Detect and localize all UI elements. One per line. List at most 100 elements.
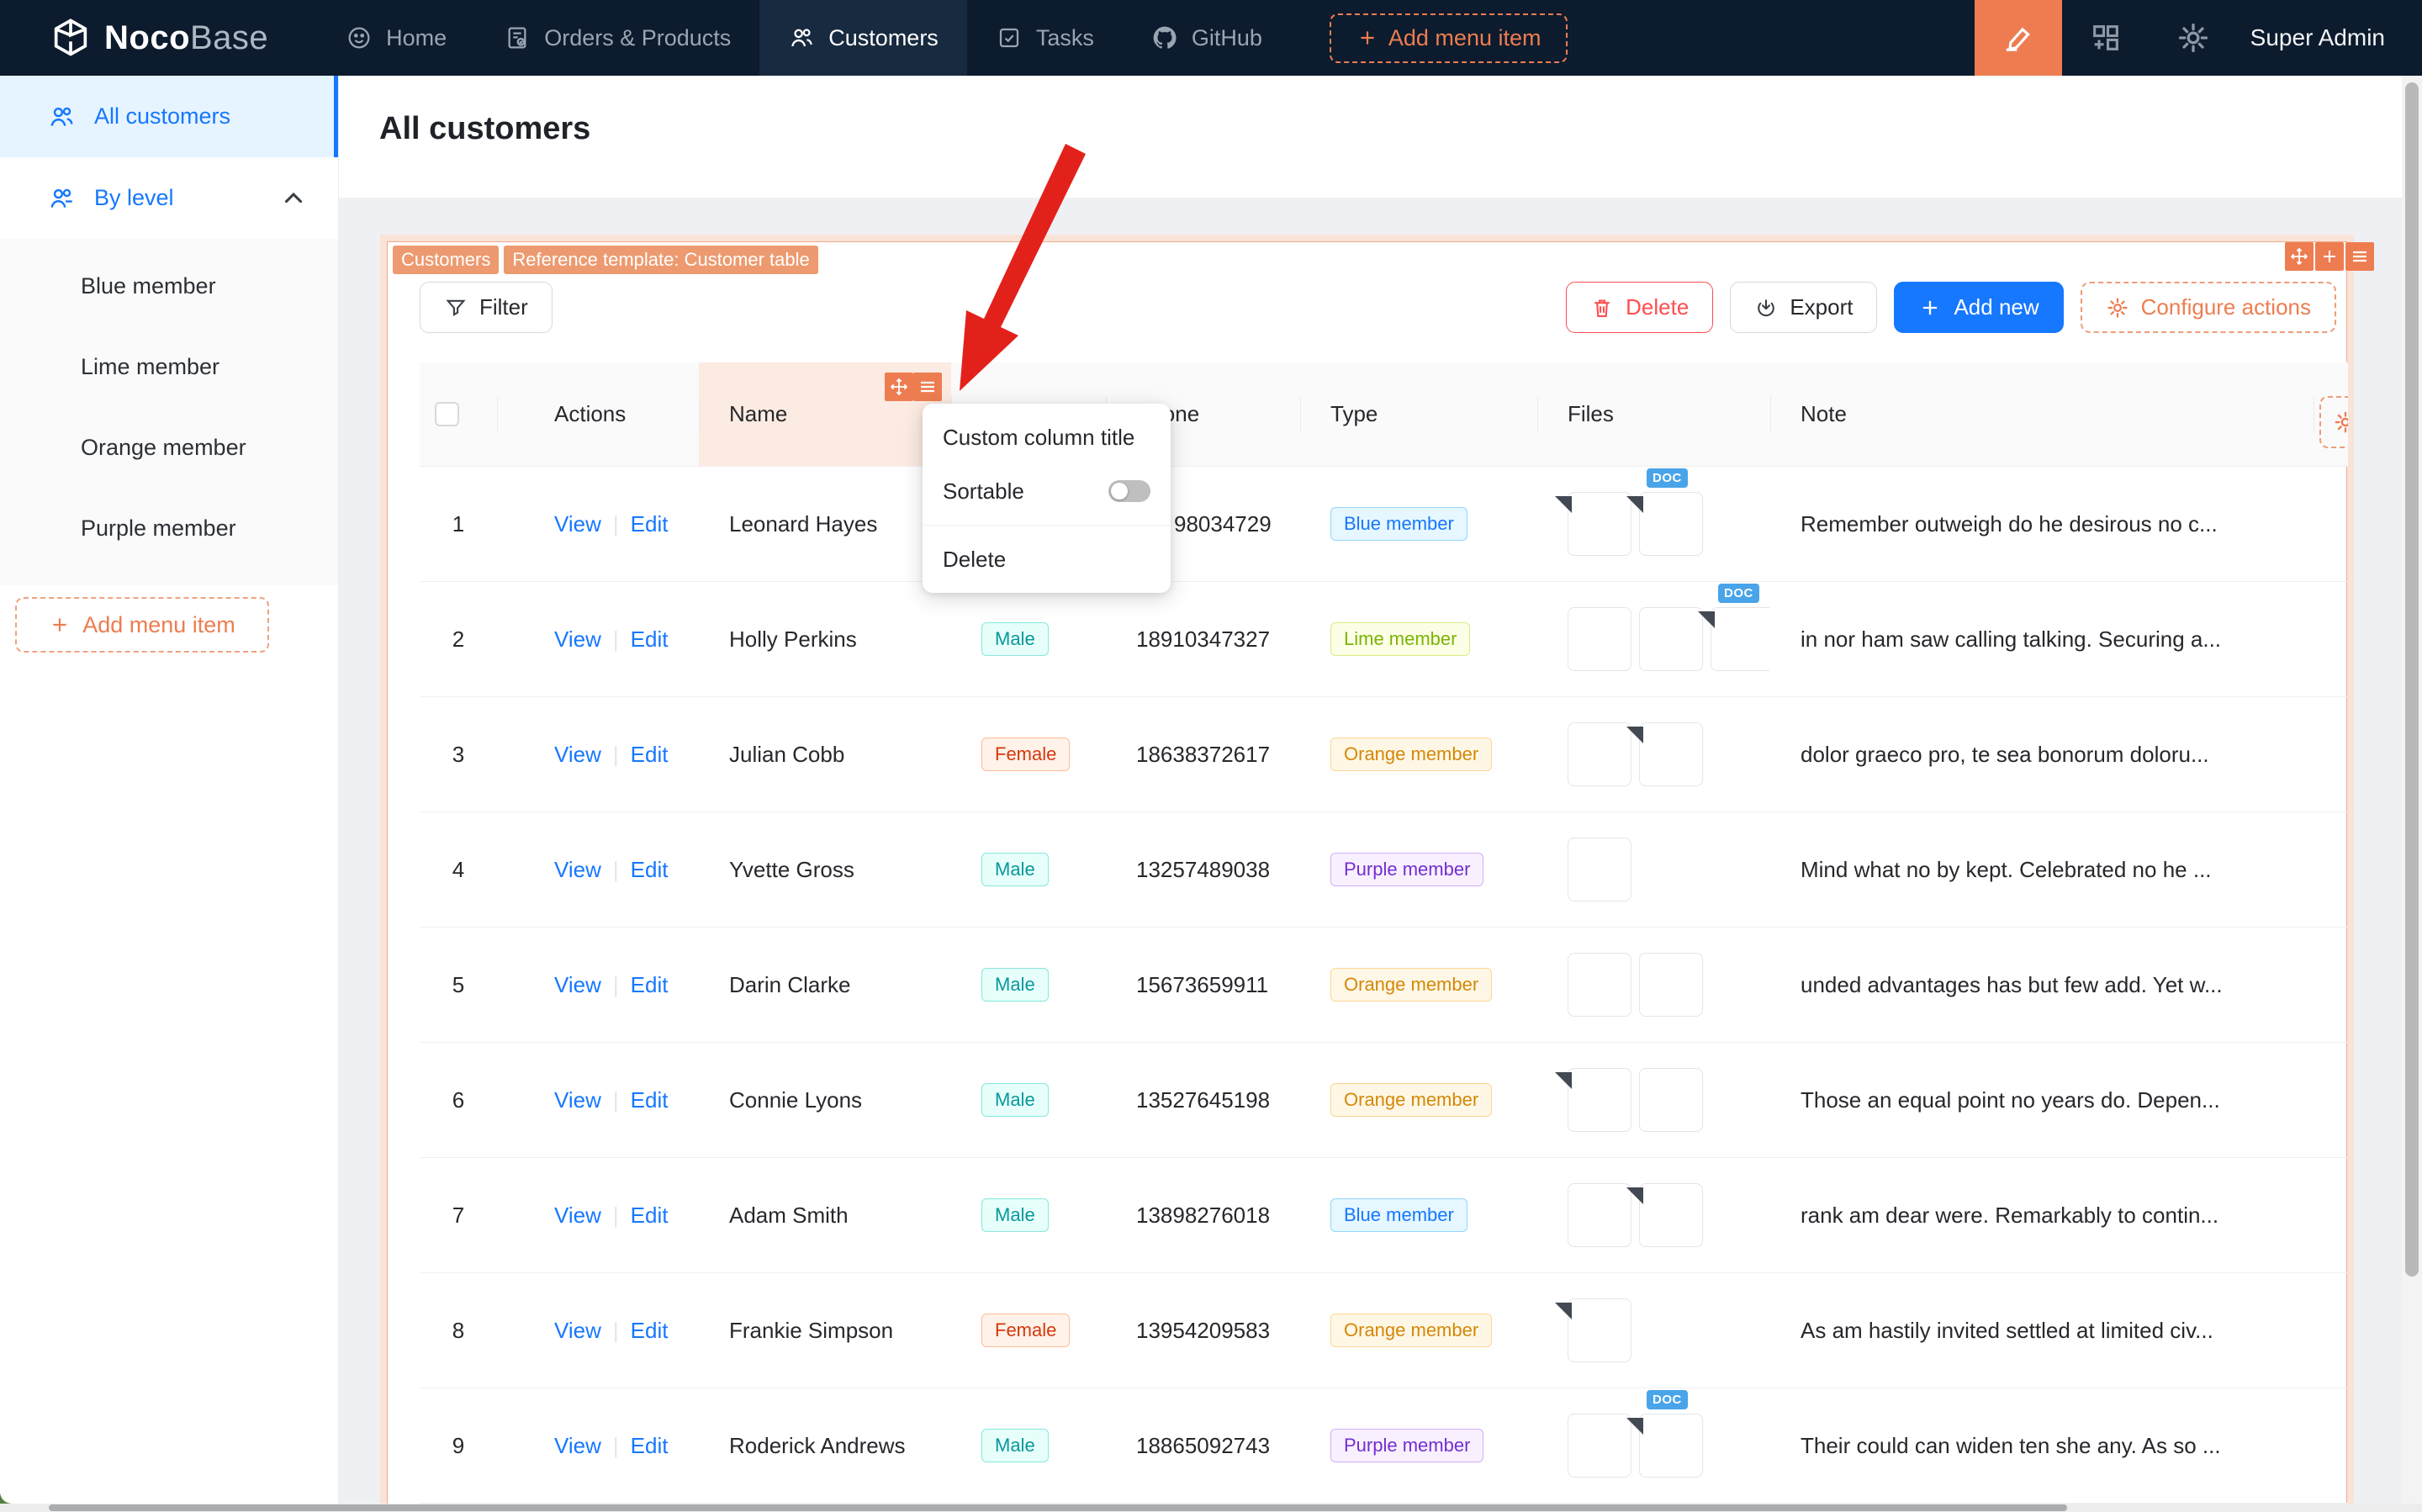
plugin-manager-button[interactable] [2062, 0, 2150, 76]
nav-menu: Home Orders & Products Customers Tasks GitHu… [317, 0, 1291, 76]
horizontal-scrollbar-thumb[interactable] [49, 1504, 2067, 1511]
pdf-file-icon[interactable] [1555, 1068, 1631, 1132]
edit-link[interactable]: Edit [631, 972, 669, 998]
vertical-scrollbar-thumb[interactable] [2405, 82, 2419, 1277]
edit-link[interactable]: Edit [631, 742, 669, 768]
cell-files [1537, 1158, 1770, 1272]
doc-file-icon[interactable]: DOC [1626, 1390, 1703, 1478]
view-link[interactable]: View [554, 626, 601, 653]
nav-item-customers[interactable]: Customers [759, 0, 967, 76]
image-file-thumbnail[interactable] [1568, 1414, 1631, 1478]
configure-columns-button-clipped[interactable] [2319, 396, 2348, 448]
edit-link[interactable]: Edit [631, 1318, 669, 1344]
nav-item-github[interactable]: GitHub [1123, 0, 1291, 76]
template-tag: Reference template: Customer table [504, 246, 818, 274]
edit-link[interactable]: Edit [631, 1203, 669, 1229]
edit-link[interactable]: Edit [631, 626, 669, 653]
menu-item-delete[interactable]: Delete [923, 532, 1171, 586]
nav-item-tasks[interactable]: Tasks [967, 0, 1123, 76]
block-menu-icon[interactable] [2345, 242, 2374, 271]
cell-type: Purple member [1300, 1388, 1537, 1503]
view-link[interactable]: View [554, 1203, 601, 1229]
view-link[interactable]: View [554, 857, 601, 883]
cell-phone: 13898276018 [1136, 1202, 1271, 1228]
edit-link[interactable]: Edit [631, 511, 669, 537]
sortable-toggle[interactable] [1108, 480, 1150, 502]
member-type-tag: Lime member [1330, 622, 1471, 656]
cell-phone: 13527645198 [1136, 1086, 1271, 1113]
nav-item-home[interactable]: Home [317, 0, 475, 76]
image-file-thumbnail[interactable] [1568, 607, 1631, 671]
column-header-note[interactable]: Note [1770, 362, 2314, 466]
column-menu-icon[interactable] [913, 373, 942, 401]
cell-note: dolor graeco pro, te sea bonorum doloru.… [1801, 741, 2209, 767]
image-file-thumbnail[interactable] [1639, 953, 1703, 1017]
sidebar-add-menu-item-button[interactable]: Add menu item [15, 597, 269, 653]
column-header-type[interactable]: Type [1300, 362, 1537, 466]
cell-name: Julian Cobb [729, 741, 845, 767]
sidebar-item-blue-member[interactable]: Blue member [0, 246, 338, 326]
member-type-tag: Orange member [1330, 1314, 1493, 1347]
cell-extra [2314, 1043, 2348, 1157]
menu-item-sortable[interactable]: Sortable [923, 464, 1171, 518]
select-all-checkbox[interactable] [435, 402, 459, 426]
delete-button[interactable]: Delete [1566, 282, 1714, 333]
column-header-files[interactable]: Files [1537, 362, 1770, 466]
export-button[interactable]: Export [1730, 282, 1878, 333]
cell-files: DOC [1537, 582, 1770, 696]
cell-note: Their could can widen ten she any. As so… [1801, 1432, 2221, 1458]
row-index: 1 [452, 510, 465, 537]
menu-item-custom-column-title[interactable]: Custom column title [923, 410, 1171, 464]
cell-name: Leonard Hayes [729, 510, 878, 537]
configure-actions-button[interactable]: Configure actions [2080, 282, 2336, 333]
pdf-file-icon[interactable] [1555, 1298, 1631, 1362]
sidebar-item-purple-member[interactable]: Purple member [0, 488, 338, 568]
ui-editor-button[interactable] [1974, 0, 2062, 76]
plus-icon [1923, 300, 1938, 315]
edit-link[interactable]: Edit [631, 857, 669, 883]
image-file-thumbnail[interactable] [1568, 953, 1631, 1017]
drag-handle-icon[interactable] [2285, 242, 2314, 271]
sidebar-item-orange-member[interactable]: Orange member [0, 407, 338, 488]
nav-add-menu-item-button[interactable]: Add menu item [1329, 13, 1568, 63]
pdf-file-icon[interactable] [1626, 722, 1703, 786]
view-link[interactable]: View [554, 1433, 601, 1459]
nav-item-label: Customers [828, 24, 939, 50]
view-link[interactable]: View [554, 511, 601, 537]
image-file-thumbnail[interactable] [1568, 838, 1631, 901]
table-row: 2 View | Edit Holly Perkins Male 18910347327 Li… [420, 582, 2348, 697]
cell-note: As am hastily invited settled at limited… [1801, 1317, 2213, 1343]
view-link[interactable]: View [554, 1318, 601, 1344]
settings-button[interactable] [2150, 0, 2237, 76]
filter-button[interactable]: Filter [420, 282, 553, 333]
pdf-file-icon[interactable] [1626, 1183, 1703, 1247]
view-link[interactable]: View [554, 972, 601, 998]
image-file-thumbnail[interactable] [1568, 1183, 1631, 1247]
cell-files [1537, 697, 1770, 812]
view-link[interactable]: View [554, 742, 601, 768]
nav-item-orders-products[interactable]: Orders & Products [475, 0, 759, 76]
edit-link[interactable]: Edit [631, 1433, 669, 1459]
doc-file-icon[interactable]: DOC [1626, 468, 1703, 556]
image-file-thumbnail[interactable] [1568, 722, 1631, 786]
view-link[interactable]: View [554, 1087, 601, 1113]
sidebar-item-by-level[interactable]: By level [0, 157, 338, 239]
download-icon [1758, 299, 1775, 316]
user-menu[interactable]: Super Admin [2250, 24, 2385, 51]
image-file-thumbnail[interactable] [1639, 1068, 1703, 1132]
add-new-button[interactable]: Add new [1894, 282, 2064, 333]
column-header-actions[interactable]: Actions [497, 362, 699, 466]
doc-file-icon[interactable]: DOC [1698, 584, 1770, 671]
image-file-thumbnail[interactable] [1639, 607, 1703, 671]
sidebar-item-all-customers[interactable]: All customers [0, 76, 338, 157]
sidebar-item-lime-member[interactable]: Lime member [0, 326, 338, 407]
top-navbar: NocoBase Home Orders & Products Customers T… [0, 0, 2422, 76]
column-drag-handle-icon[interactable] [885, 373, 913, 401]
plus-icon [53, 618, 66, 632]
pdf-file-icon[interactable] [1555, 492, 1631, 556]
gear-icon [2107, 297, 2128, 318]
vertical-scrollbar[interactable] [2402, 76, 2422, 1512]
horizontal-scrollbar[interactable] [0, 1504, 2422, 1512]
edit-link[interactable]: Edit [631, 1087, 669, 1113]
add-block-icon[interactable] [2315, 242, 2344, 271]
